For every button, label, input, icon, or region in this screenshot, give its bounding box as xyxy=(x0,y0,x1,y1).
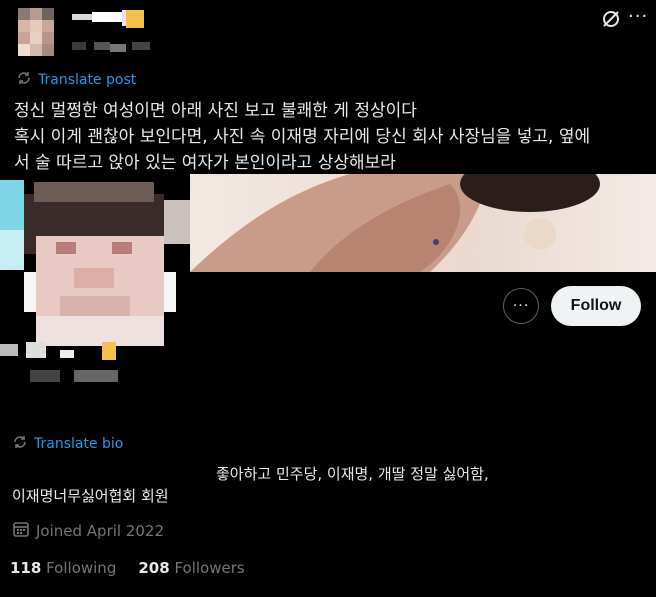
post-text: 정신 멀쩡한 여성이면 아래 사진 보고 불쾌한 게 정상이다 혹시 이게 괜찮… xyxy=(14,98,644,176)
profile-banner-image[interactable] xyxy=(190,174,656,272)
joined-date: Joined April 2022 xyxy=(12,520,164,542)
translate-icon xyxy=(12,434,28,454)
following-count: 118 xyxy=(10,559,42,577)
profile-more-button[interactable]: ··· xyxy=(503,288,539,324)
post-line-2: 혹시 이게 괜찮아 보인다면, 사진 속 이재명 자리에 당신 회사 사장님을 … xyxy=(14,127,591,147)
joined-label: Joined April 2022 xyxy=(36,522,165,540)
author-avatar[interactable] xyxy=(18,8,54,56)
following-label: Following xyxy=(46,559,117,577)
translate-bio-link[interactable]: Translate bio xyxy=(12,434,123,454)
followers-label: Followers xyxy=(174,559,245,577)
more-options-icon[interactable]: ··· xyxy=(628,6,648,27)
following-link[interactable]: 118 Following xyxy=(10,559,116,577)
bio-line-2: 이재명너무싫어협회 회원 xyxy=(12,487,169,505)
followers-count: 208 xyxy=(138,559,170,577)
translate-post-link[interactable]: Translate post xyxy=(16,70,136,90)
followers-link[interactable]: 208 Followers xyxy=(138,559,244,577)
follow-stats: 118 Following 208 Followers xyxy=(10,559,245,577)
translate-bio-label: Translate bio xyxy=(34,436,124,452)
profile-avatar[interactable] xyxy=(0,172,190,387)
calendar-icon xyxy=(12,520,30,542)
follow-button[interactable]: Follow xyxy=(551,286,641,326)
post-line-1: 정신 멀쩡한 여성이면 아래 사진 보고 불쾌한 게 정상이다 xyxy=(14,101,417,121)
bio-line-1: 좋아하고 민주당, 이재명, 개딸 정말 싫어함, xyxy=(216,465,489,483)
translate-icon xyxy=(16,70,32,90)
translate-post-label: Translate post xyxy=(38,72,137,88)
grok-icon[interactable] xyxy=(600,8,622,30)
